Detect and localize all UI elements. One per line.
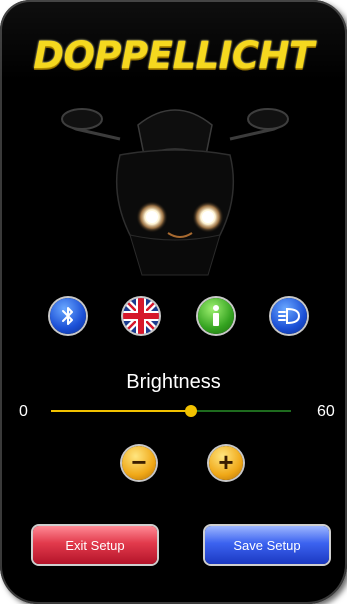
headlight-button[interactable] [271,298,307,334]
slider-track-active[interactable] [51,410,191,412]
plus-icon: + [218,447,234,477]
slider-track-inactive[interactable] [191,410,291,412]
increase-button[interactable]: + [209,446,243,480]
bluetooth-button[interactable] [50,298,86,334]
exit-setup-label: Exit Setup [65,537,125,553]
brightness-slider-thumb[interactable] [185,405,197,417]
info-icon [213,305,219,326]
decrease-button[interactable]: − [122,446,156,480]
save-setup-label: Save Setup [233,537,301,553]
info-button[interactable] [198,298,234,334]
slider-min-label: 0 [19,403,28,420]
minus-icon: − [131,447,147,477]
app-logo: DOPPELLICHT [33,34,314,77]
brightness-title: Brightness [126,371,221,393]
language-button[interactable] [123,298,159,334]
exit-setup-button[interactable]: Exit Setup [33,526,157,564]
headlight-icon [278,307,301,325]
motorcycle-image [61,108,289,276]
app-frame: DOPPELLICHT Brightness 0 60 − + Exit Set… [0,0,347,604]
icon-toolbar [0,298,347,338]
slider-max-label: 60 [317,403,335,420]
bluetooth-icon [62,307,73,325]
uk-flag-icon [123,298,159,334]
save-setup-button[interactable]: Save Setup [205,526,329,564]
